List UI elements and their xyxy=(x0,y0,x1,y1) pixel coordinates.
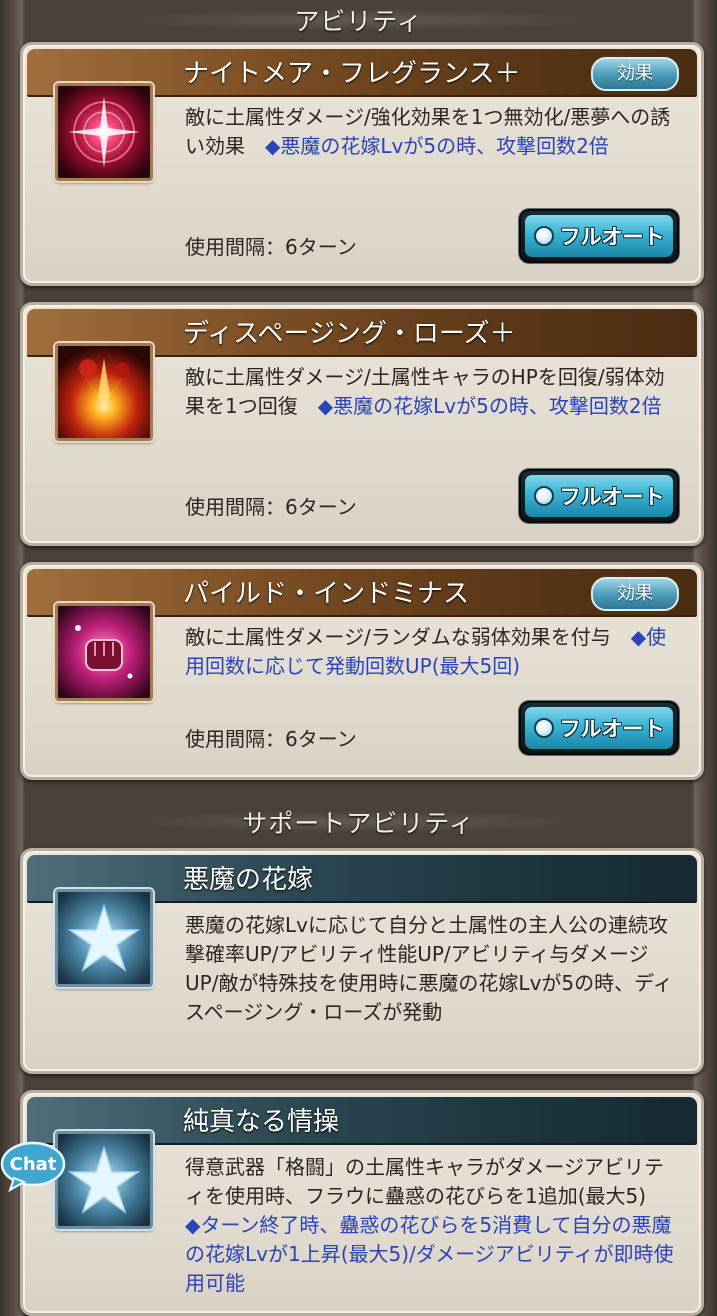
full-auto-button[interactable]: フルオート xyxy=(519,469,679,523)
support-card-2: 純真なる情操 得意武器「格闘」の土属性キャラがダメージアビリティを使用時、フラウ… xyxy=(20,1090,704,1316)
chat-label: Chat xyxy=(10,1154,57,1175)
support-name: 純真なる情操 xyxy=(183,1107,340,1137)
abilities-section-title: アビリティ xyxy=(294,7,423,36)
support-name: 悪魔の花嫁 xyxy=(183,865,314,895)
radio-dot-icon xyxy=(533,718,554,738)
support-description: 悪魔の花嫁Lvに応じて自分と土属性の主人公の連続攻撃確率UP/アビリティ性能UP… xyxy=(185,911,677,1027)
radio-dot-icon xyxy=(533,226,554,246)
support-description-text: 悪魔の花嫁Lvに応じて自分と土属性の主人公の連続攻撃確率UP/アビリティ性能UP… xyxy=(185,913,673,1024)
full-auto-label: フルオート xyxy=(559,485,665,509)
effect-badge-button[interactable]: 効果 xyxy=(591,577,679,611)
ability-description-text: 敵に土属性ダメージ/ランダムな弱体効果を付与 xyxy=(185,625,631,649)
star-icon xyxy=(55,889,153,987)
star-icon xyxy=(55,1131,153,1229)
effect-badge-button[interactable]: 効果 xyxy=(591,57,679,91)
ability-description-highlight: ◆悪魔の花嫁Lvが5の時、攻撃回数2倍 xyxy=(317,394,662,418)
ability-description-highlight: ◆悪魔の花嫁Lvが5の時、攻撃回数2倍 xyxy=(265,134,609,158)
support-section-header: サポートアビリティ xyxy=(0,802,717,842)
burst-flower-icon xyxy=(55,343,153,441)
ability-cooldown: 使用間隔：6ターン xyxy=(185,495,357,519)
full-auto-button[interactable]: フルオート xyxy=(519,209,679,263)
ability-name: ディスページング・ローズ＋ xyxy=(183,319,516,349)
full-auto-label: フルオート xyxy=(559,717,665,741)
chat-button[interactable]: Chat xyxy=(0,1140,66,1193)
ability-cooldown: 使用間隔：6ターン xyxy=(185,727,357,751)
support-description-highlight: ◆ターン終了時、蠱惑の花びらを5消費して自分の悪魔の花嫁Lvが1上昇(最大5)/… xyxy=(185,1213,674,1295)
abilities-section-header: アビリティ xyxy=(0,0,717,40)
ability-name: ナイトメア・フレグランス＋ xyxy=(183,59,521,89)
full-auto-label: フルオート xyxy=(559,225,665,249)
support-description-text: 得意武器「格闘」の土属性キャラがダメージアビリティを使用時、フラウに蠱惑の花びら… xyxy=(185,1155,667,1208)
support-section-title: サポートアビリティ xyxy=(242,809,475,838)
ability-cooldown: 使用間隔：6ターン xyxy=(185,235,357,259)
fist-icon xyxy=(55,603,153,701)
support-card-1: 悪魔の花嫁 悪魔の花嫁Lvに応じて自分と土属性の主人公の連続攻撃確率UP/アビリ… xyxy=(20,848,704,1074)
nightmare-rose-icon xyxy=(55,83,153,181)
ability-card-3[interactable]: パイルド・インドミナス 効果 敵に土属性ダメージ/ランダムな弱体効果を付与 ◆使… xyxy=(20,562,704,780)
support-description: 得意武器「格闘」の土属性キャラがダメージアビリティを使用時、フラウに蠱惑の花びら… xyxy=(185,1153,677,1298)
radio-dot-icon xyxy=(533,486,554,506)
ability-description: 敵に土属性ダメージ/ランダムな弱体効果を付与 ◆使用回数に応じて発動回数UP(最… xyxy=(185,623,677,681)
full-auto-button[interactable]: フルオート xyxy=(519,701,679,755)
ability-description: 敵に土属性ダメージ/強化効果を1つ無効化/悪夢への誘い効果 ◆悪魔の花嫁Lvが5… xyxy=(185,103,677,161)
ability-card-2[interactable]: ディスページング・ローズ＋ 敵に土属性ダメージ/土属性キャラのHPを回復/弱体効… xyxy=(20,302,704,546)
ability-card-1[interactable]: ナイトメア・フレグランス＋ 効果 敵に土属性ダメージ/強化効果を1つ無効化/悪夢… xyxy=(20,42,704,286)
ability-description: 敵に土属性ダメージ/土属性キャラのHPを回復/弱体効果を1つ回復 ◆悪魔の花嫁L… xyxy=(185,363,677,421)
ability-name: パイルド・インドミナス xyxy=(183,579,470,609)
